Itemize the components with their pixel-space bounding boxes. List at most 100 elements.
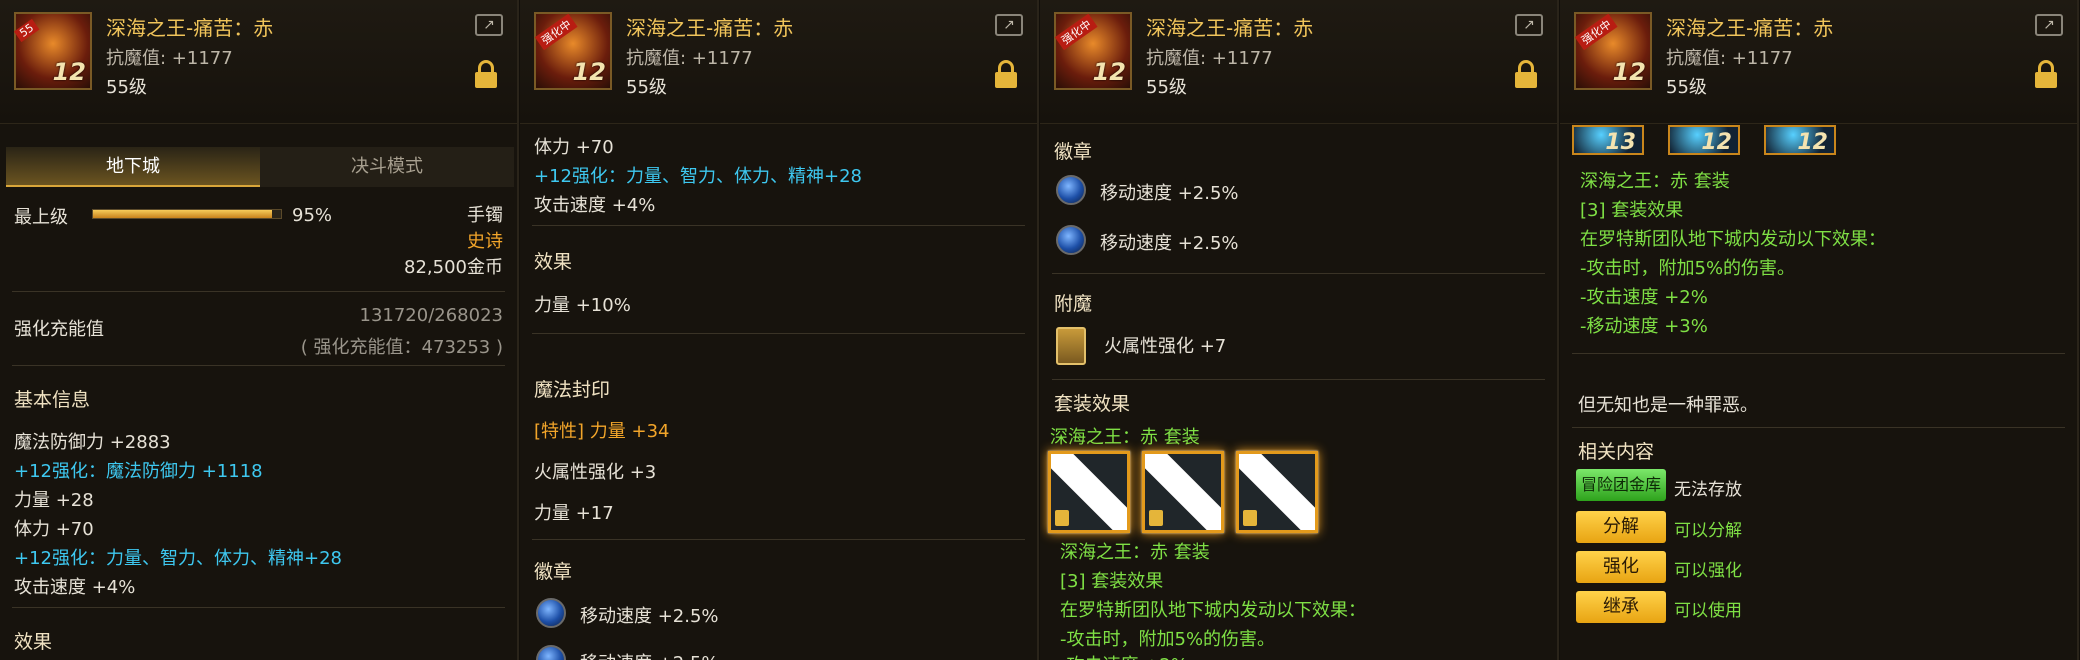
stat-line: 体力 +70 xyxy=(534,137,614,158)
item-title: 深海之王-痛苦：赤 xyxy=(1666,16,1834,40)
emblem-value: 移动速度 +2.5% xyxy=(1100,183,1239,204)
enhance-button[interactable]: 强化 xyxy=(1576,551,1666,583)
item-header: 强化中 12 深海之王-痛苦：赤 抗魔值: +1177 55级 ↗ xyxy=(520,0,1037,124)
basic-info-heading: 基本信息 xyxy=(14,389,91,411)
enchant-heading: 附魔 xyxy=(1054,293,1093,315)
set-desc: -移动速度 +3% xyxy=(1580,316,1708,337)
item-title: 深海之王-痛苦：赤 xyxy=(1146,16,1314,40)
emblem-orb-icon xyxy=(1056,225,1086,255)
enchant-value: 火属性强化 +7 xyxy=(1104,336,1227,357)
seal-line: [特性] 力量 +34 xyxy=(534,421,670,442)
share-icon[interactable]: ↗ xyxy=(995,14,1023,36)
lock-icon[interactable] xyxy=(2035,60,2057,88)
inherit-button[interactable]: 继承 xyxy=(1576,591,1666,623)
item-icon: 强化中 12 xyxy=(1574,12,1652,90)
item-level: 55级 xyxy=(106,77,147,98)
item-level: 55级 xyxy=(1666,77,1707,98)
share-icon[interactable]: ↗ xyxy=(2035,14,2063,36)
item-title: 深海之王-痛苦：赤 xyxy=(626,16,794,40)
enhance-level: 12 xyxy=(572,58,606,86)
stat-line: 魔法防御力 +2883 xyxy=(14,432,171,453)
tab-dungeon[interactable]: 地下城 xyxy=(6,147,260,187)
set-item-slot[interactable] xyxy=(1048,451,1130,533)
set-desc: 在罗特斯团队地下城内发动以下效果： xyxy=(1060,600,1366,621)
emblem-orb-icon xyxy=(1056,175,1086,205)
set-desc: -攻击时，附加5%的伤害。 xyxy=(1060,629,1276,650)
item-icon: 55 12 xyxy=(13,12,92,90)
effect-value: 力量 +10% xyxy=(534,295,631,316)
emblem-heading: 徽章 xyxy=(534,561,573,583)
seal-heading: 魔法封印 xyxy=(534,379,611,401)
adventure-storage-button[interactable]: 冒险团金库 xyxy=(1576,469,1666,501)
resist-value: 抗魔值: +1177 xyxy=(626,48,753,69)
resist-value: 抗魔值: +1177 xyxy=(1666,48,1793,69)
emblem-value: 移动速度 +2.5% xyxy=(580,606,719,627)
tooltip-panel-3: 强化中 12 深海之王-痛苦：赤 抗魔值: +1177 55级 ↗ 徽章 移动速… xyxy=(1040,0,1559,660)
set-item-slot[interactable]: 12 xyxy=(1764,125,1836,155)
lock-icon[interactable] xyxy=(1515,60,1537,88)
item-title: 深海之王-痛苦：赤 xyxy=(106,16,274,40)
tab-duel[interactable]: 决斗模式 xyxy=(260,147,514,187)
stat-line: +12强化：力量、智力、体力、精神+28 xyxy=(14,548,342,569)
set-item-slot[interactable] xyxy=(1142,451,1224,533)
charge-label: 强化充能值 xyxy=(14,319,104,340)
set-name: 深海之王：赤 套装 xyxy=(1060,542,1210,563)
item-header: 强化中 12 深海之王-痛苦：赤 抗魔值: +1177 55级 ↗ xyxy=(1560,0,2077,124)
item-level-badge: 55 xyxy=(13,18,40,43)
grade-label: 最上级 xyxy=(14,207,68,228)
emblem-orb-icon xyxy=(536,645,566,660)
rarity: 史诗 xyxy=(467,231,503,252)
item-level: 55级 xyxy=(1146,77,1187,98)
slot-type: 手镯 xyxy=(467,205,503,226)
set-name: 深海之王：赤 套装 xyxy=(1050,427,1200,448)
grade-bar xyxy=(92,209,282,219)
set-item-slot[interactable]: 12 xyxy=(1668,125,1740,155)
tooltip-panel-4: 强化中 12 深海之王-痛苦：赤 抗魔值: +1177 55级 ↗ 13 12 … xyxy=(1560,0,2079,660)
emblem-orb-icon xyxy=(536,598,566,628)
resist-value: 抗魔值: +1177 xyxy=(1146,48,1273,69)
lock-icon[interactable] xyxy=(475,60,497,88)
set-desc: -攻击时，附加5%的伤害。 xyxy=(1580,258,1796,279)
stat-line: 攻击速度 +4% xyxy=(534,195,656,216)
emblem-value: 移动速度 +2.5% xyxy=(580,649,719,660)
related-heading: 相关内容 xyxy=(1578,441,1655,463)
action-status: 无法存放 xyxy=(1674,480,1742,500)
set-bonus: [3] 套装效果 xyxy=(1580,200,1684,221)
effect-heading: 效果 xyxy=(14,631,53,653)
stat-line: +12强化：魔法防御力 +1118 xyxy=(14,461,263,482)
enhance-level: 12 xyxy=(52,58,86,86)
charge-value: 131720/268023 xyxy=(359,305,504,326)
share-icon[interactable]: ↗ xyxy=(475,14,503,36)
grade-percent: 95% xyxy=(292,205,333,226)
item-header: 55 12 深海之王-痛苦：赤 抗魔值: +1177 55级 ↗ xyxy=(0,0,517,124)
mode-tabs: 地下城 决斗模式 xyxy=(6,147,514,187)
emblem-heading: 徽章 xyxy=(1054,141,1093,163)
stat-line: 力量 +28 xyxy=(14,490,94,511)
set-item-slot[interactable] xyxy=(1236,451,1318,533)
lock-icon[interactable] xyxy=(995,60,1017,88)
set-effect-heading: 套装效果 xyxy=(1054,393,1131,415)
emblem-value: 移动速度 +2.5% xyxy=(1100,233,1239,254)
enhance-tag: 强化中 xyxy=(1574,13,1618,51)
tooltip-panel-2: 强化中 12 深海之王-痛苦：赤 抗魔值: +1177 55级 ↗ 体力 +70… xyxy=(520,0,1039,660)
enhance-level: 12 xyxy=(1092,58,1126,86)
resist-value: 抗魔值: +1177 xyxy=(106,48,233,69)
share-icon[interactable]: ↗ xyxy=(1515,14,1543,36)
set-desc: -攻击速度 +2% xyxy=(1580,287,1708,308)
set-desc: 在罗特斯团队地下城内发动以下效果： xyxy=(1580,229,1886,250)
seal-line: 力量 +17 xyxy=(534,503,614,524)
set-desc: -攻击速度 +2% xyxy=(1060,651,1188,660)
action-status: 可以分解 xyxy=(1674,521,1742,541)
enhance-tag: 强化中 xyxy=(1054,13,1098,51)
effect-heading: 效果 xyxy=(534,251,573,273)
item-header: 强化中 12 深海之王-痛苦：赤 抗魔值: +1177 55级 ↗ xyxy=(1040,0,1557,124)
item-icon: 强化中 12 xyxy=(1054,12,1132,90)
set-item-slot[interactable]: 13 xyxy=(1572,125,1644,155)
enhance-level: 12 xyxy=(1612,58,1646,86)
disassemble-button[interactable]: 分解 xyxy=(1576,511,1666,543)
action-status: 可以使用 xyxy=(1674,601,1742,621)
price: 82,500金币 xyxy=(404,257,503,278)
item-icon: 强化中 12 xyxy=(534,12,612,90)
item-level: 55级 xyxy=(626,77,667,98)
enchant-card-icon xyxy=(1056,327,1086,365)
